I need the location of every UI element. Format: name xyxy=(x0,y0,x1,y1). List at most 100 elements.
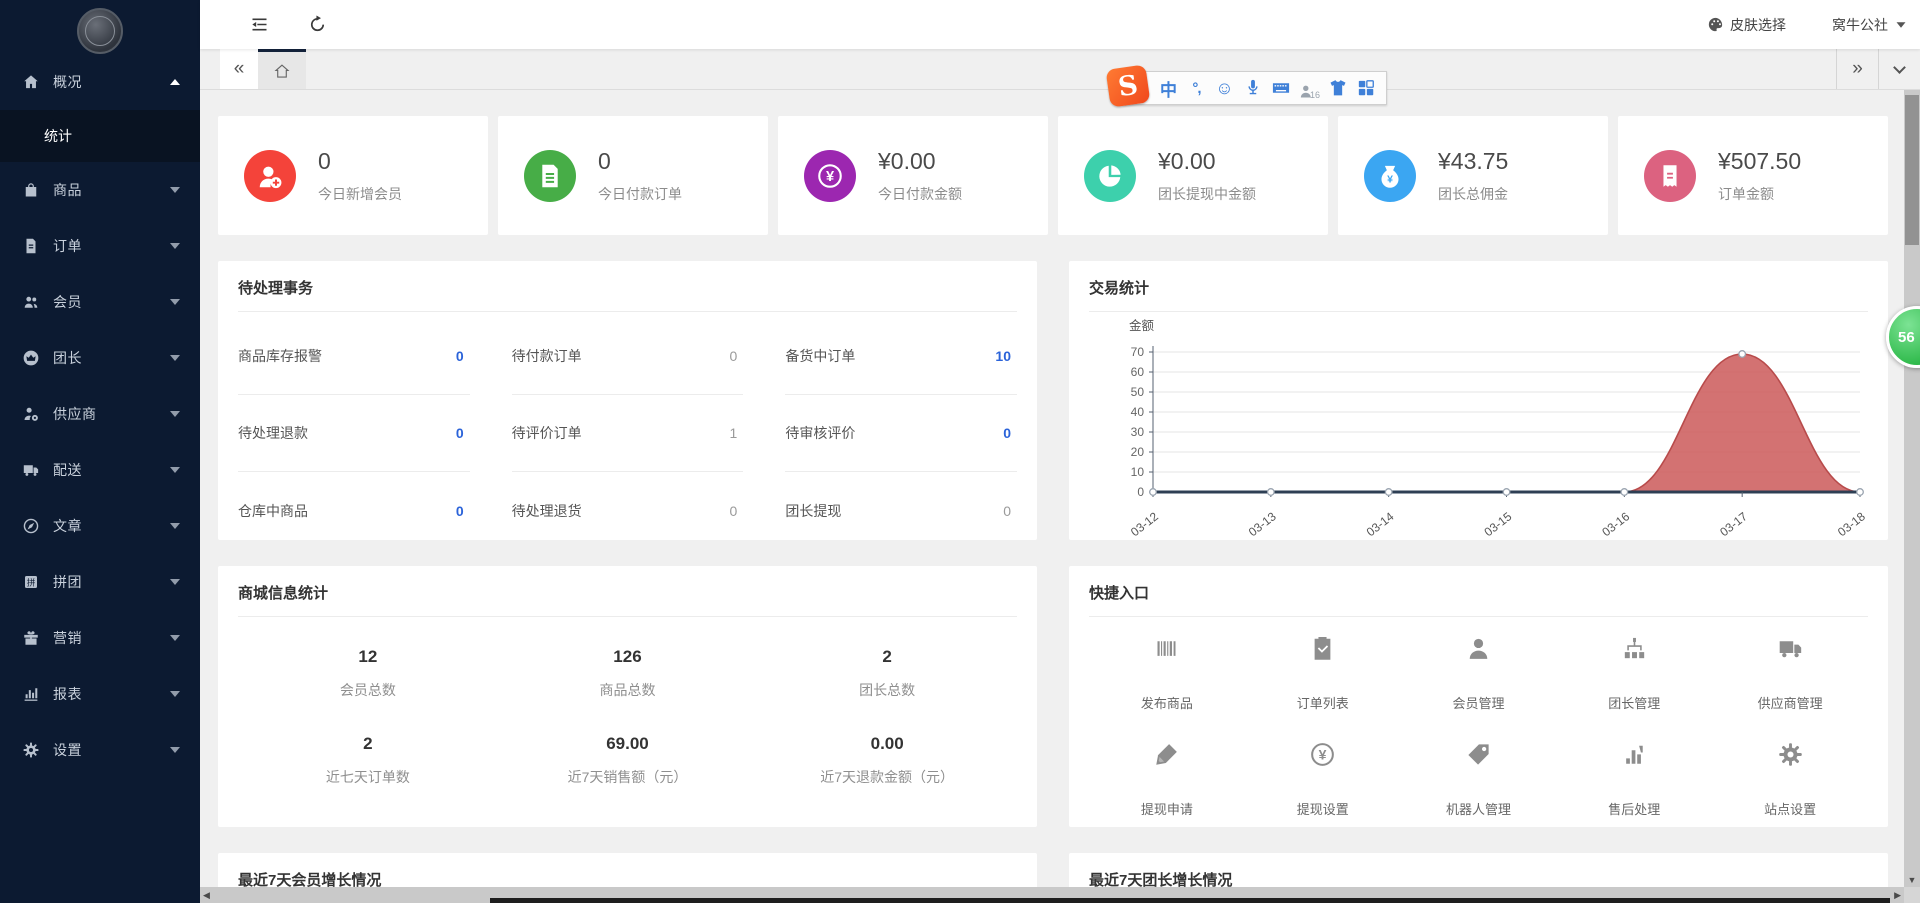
stat-card-label: 团长提现中金额 xyxy=(1158,184,1256,204)
pending-item-value[interactable]: 0 xyxy=(730,503,744,519)
pending-item-label: 仓库中商品 xyxy=(238,501,308,521)
quick-entry-withdraw-settings[interactable]: ¥ 提现设置 xyxy=(1245,731,1401,827)
sidebar-subitem-stats[interactable]: 统计 xyxy=(0,110,200,162)
ime-mode-toggle[interactable]: 中 xyxy=(1158,76,1179,100)
pending-item: 备货中订单 10 xyxy=(785,318,1017,395)
sidebar-item-articles[interactable]: 文章 xyxy=(0,498,200,554)
crown-icon xyxy=(22,349,40,367)
main-area: 皮肤选择 窝牛公社 « » 0 xyxy=(200,0,1920,903)
scroll-right-arrow-icon[interactable]: ▶ xyxy=(1894,890,1901,901)
sidebar-item-label: 团长 xyxy=(53,348,170,368)
bars-icon xyxy=(1621,741,1648,773)
sidebar-item-marketing[interactable]: 营销 xyxy=(0,610,200,666)
quick-entry-member-manage[interactable]: 会员管理 xyxy=(1401,625,1557,731)
vertical-scrollbar-thumb[interactable] xyxy=(1905,95,1919,245)
sidebar-item-settings[interactable]: 设置 xyxy=(0,722,200,778)
pending-item-label: 商品库存报警 xyxy=(238,346,322,366)
stat-card-label: 团长总佣金 xyxy=(1438,184,1508,204)
ime-skin-icon[interactable] xyxy=(1327,76,1348,100)
pending-item-value[interactable]: 10 xyxy=(995,348,1017,364)
gear-icon xyxy=(1777,741,1804,773)
stat-card-label: 今日付款订单 xyxy=(598,184,682,204)
quick-entry-withdraw-apply[interactable]: 提现申请 xyxy=(1089,731,1245,827)
svg-text:30: 30 xyxy=(1131,425,1145,439)
tabs-scroll-left-button[interactable]: « xyxy=(220,49,258,89)
pending-item-value[interactable]: 0 xyxy=(730,348,744,364)
sidebar-item-label: 设置 xyxy=(53,740,170,760)
svg-text:03-18: 03-18 xyxy=(1835,509,1868,538)
quick-entry-label: 订单列表 xyxy=(1297,693,1349,712)
pending-item-value[interactable]: 0 xyxy=(456,348,470,364)
account-menu[interactable]: 窝牛公社 xyxy=(1832,15,1906,35)
quick-entry-leader-manage[interactable]: 团长管理 xyxy=(1556,625,1712,731)
ime-mic-icon[interactable] xyxy=(1242,76,1263,100)
quick-entry-supplier-manage[interactable]: 供应商管理 xyxy=(1712,625,1868,731)
sidebar-item-goods[interactable]: 商品 xyxy=(0,162,200,218)
pending-item-value[interactable]: 0 xyxy=(1003,503,1017,519)
sidebar-item-overview[interactable]: 概况 xyxy=(0,54,200,110)
sidebar-item-label: 会员 xyxy=(53,292,170,312)
sidebar-menu: 概况 统计 商品 订单 会员 团长 供应商 配送 文 xyxy=(0,54,200,778)
stat-card-label: 订单金额 xyxy=(1718,184,1801,204)
sidebar-item-groupbuy[interactable]: 拼 拼团 xyxy=(0,554,200,610)
sidebar-item-reports[interactable]: 报表 xyxy=(0,666,200,722)
mall-stat-label: 团长总数 xyxy=(757,680,1017,700)
sidebar-item-label: 供应商 xyxy=(53,404,170,424)
tab-home[interactable] xyxy=(258,49,306,89)
yen-coin-icon: ¥ xyxy=(804,150,856,202)
stat-card-order-amount: ¥507.50 订单金额 xyxy=(1618,116,1888,235)
sidebar-item-suppliers[interactable]: 供应商 xyxy=(0,386,200,442)
sidebar-item-label: 营销 xyxy=(53,628,170,648)
sitemap-icon xyxy=(1621,635,1648,667)
pending-item-value[interactable]: 0 xyxy=(1003,425,1017,441)
sogou-logo-icon[interactable]: S xyxy=(1106,64,1151,107)
quick-entry-aftersale[interactable]: 售后处理 xyxy=(1556,731,1712,827)
quick-entry-order-list[interactable]: 订单列表 xyxy=(1245,625,1401,731)
pending-item-value[interactable]: 0 xyxy=(456,503,470,519)
ime-punctuation-toggle[interactable]: °, xyxy=(1186,76,1207,100)
sidebar-item-label: 报表 xyxy=(53,684,170,704)
mall-stats-grid: 12 会员总数 126 商品总数 2 团长总数 2 近七天订单数 69.00 近… xyxy=(238,617,1017,793)
mall-stat-value: 12 xyxy=(238,647,498,667)
quick-entry-site-settings[interactable]: 站点设置 xyxy=(1712,731,1868,827)
tabs-menu-button[interactable] xyxy=(1878,49,1920,89)
skin-select-label: 皮肤选择 xyxy=(1730,15,1786,35)
scroll-left-arrow-icon[interactable]: ◀ xyxy=(203,890,210,901)
ime-login-icon[interactable]: 16 xyxy=(1298,76,1320,100)
stat-card-value: ¥507.50 xyxy=(1718,148,1801,175)
quick-entry-panel: 快捷入口 发布商品 订单列表 会员管理 团长管理 供应商管理 提现申请 ¥ 提现… xyxy=(1069,566,1888,827)
quick-entry-label: 机器人管理 xyxy=(1446,799,1511,818)
quick-entry-label: 团长管理 xyxy=(1608,693,1660,712)
pending-item: 待付款订单 0 xyxy=(512,318,744,395)
pin-group-icon: 拼 xyxy=(22,573,40,591)
svg-text:50: 50 xyxy=(1131,385,1145,399)
scroll-down-arrow-icon[interactable]: ▼ xyxy=(1904,875,1920,885)
chevron-down-icon xyxy=(170,355,180,361)
ime-emoji-icon[interactable]: ☺ xyxy=(1214,76,1235,100)
refresh-button[interactable] xyxy=(302,10,332,40)
stat-card-new-members: 0 今日新增会员 xyxy=(218,116,488,235)
skin-select-button[interactable]: 皮肤选择 xyxy=(1707,15,1786,35)
vertical-scrollbar[interactable]: ▼ xyxy=(1904,90,1920,887)
quick-entry-publish-goods[interactable]: 发布商品 xyxy=(1089,625,1245,731)
svg-text:¥: ¥ xyxy=(826,169,835,185)
pending-item-value[interactable]: 0 xyxy=(456,425,470,441)
ime-toolbox-icon[interactable] xyxy=(1355,76,1376,100)
sidebar-item-members[interactable]: 会员 xyxy=(0,274,200,330)
collapse-sidebar-button[interactable] xyxy=(244,10,274,40)
sidebar-item-orders[interactable]: 订单 xyxy=(0,218,200,274)
chevron-down-icon xyxy=(170,579,180,585)
sidebar-item-delivery[interactable]: 配送 xyxy=(0,442,200,498)
tabs-scroll-right-button[interactable]: » xyxy=(1836,49,1878,89)
pending-item-value[interactable]: 1 xyxy=(730,425,744,441)
top-header: 皮肤选择 窝牛公社 xyxy=(200,0,1920,49)
svg-text:03-15: 03-15 xyxy=(1482,509,1515,538)
sidebar-item-leaders[interactable]: 团长 xyxy=(0,330,200,386)
gear-icon xyxy=(22,741,40,759)
tag-icon xyxy=(1465,741,1492,773)
mall-stat-value: 2 xyxy=(238,734,498,754)
quick-entry-robot-manage[interactable]: 机器人管理 xyxy=(1401,731,1557,827)
trade-stats-panel: 交易统计 01020304050607003-1203-1303-1403-15… xyxy=(1069,261,1888,540)
ime-keyboard-icon[interactable] xyxy=(1270,76,1291,100)
trade-area-chart: 01020304050607003-1203-1303-1403-1503-16… xyxy=(1089,314,1868,538)
